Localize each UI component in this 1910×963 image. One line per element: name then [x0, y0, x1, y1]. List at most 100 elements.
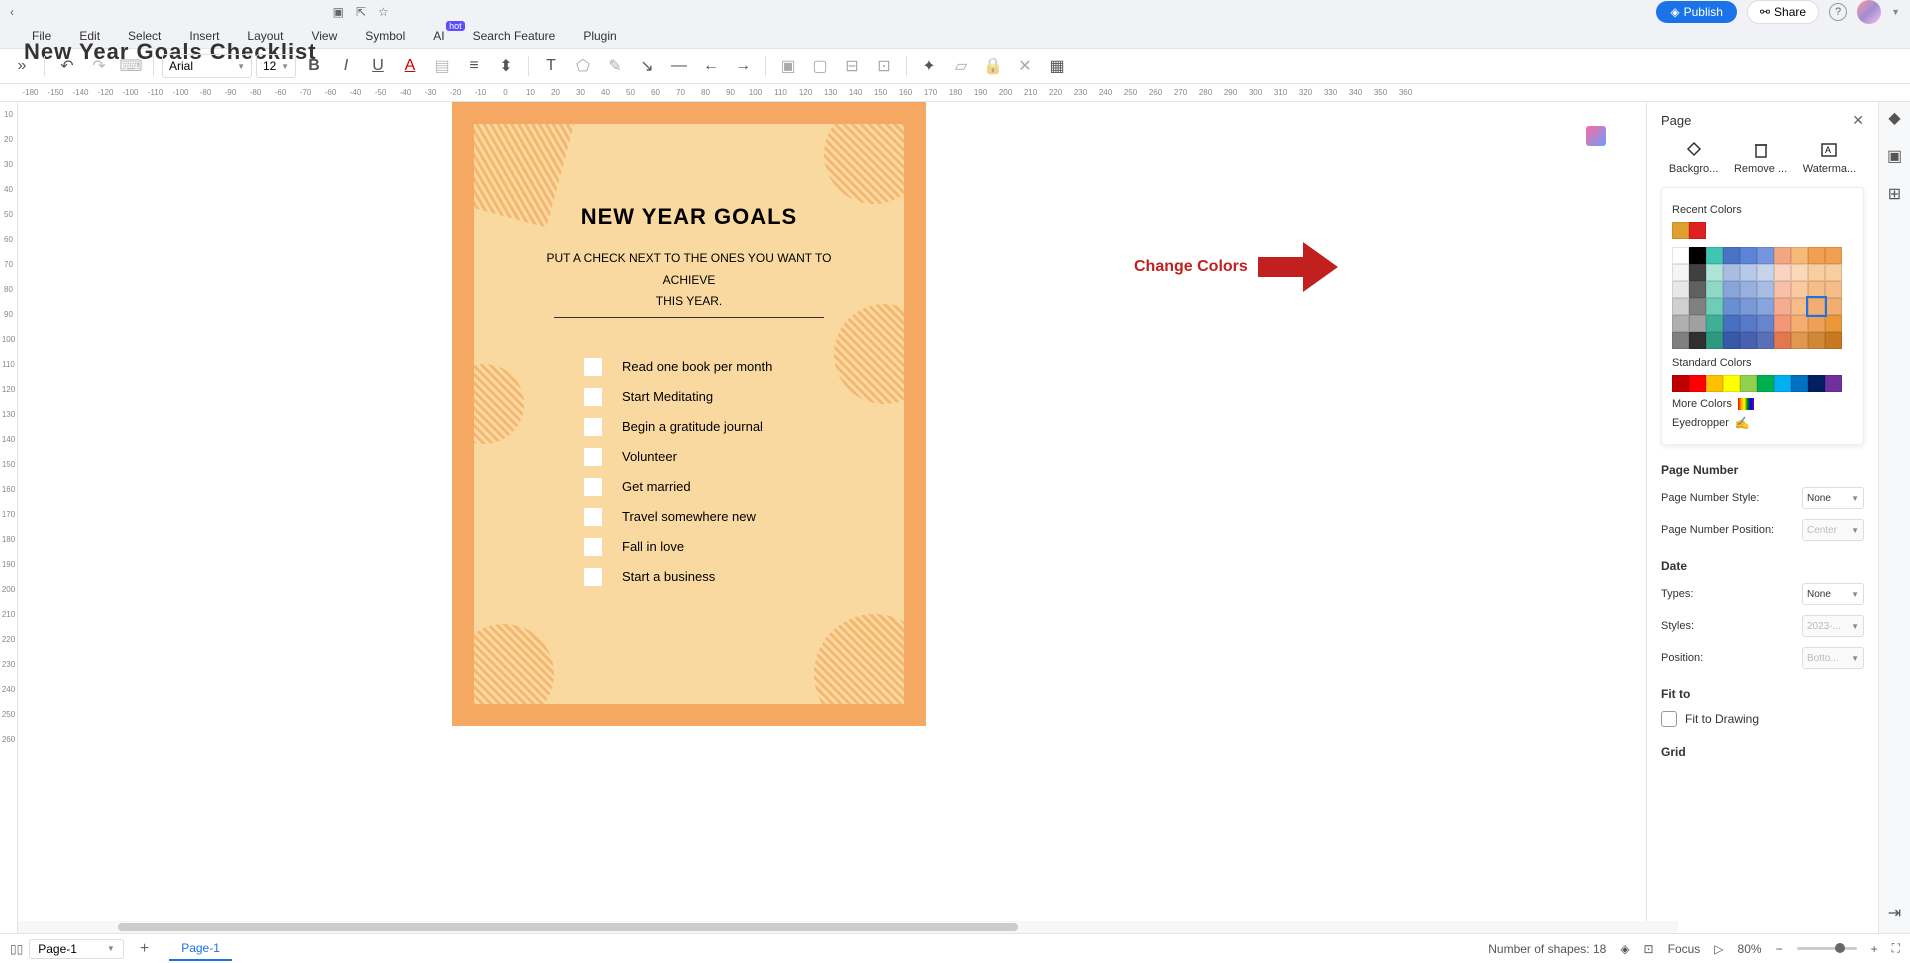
scrollbar-horizontal[interactable] [18, 921, 1678, 933]
color-swatch[interactable] [1791, 281, 1808, 298]
check-item[interactable]: Begin a gratitude journal [584, 418, 904, 436]
zoom-slider[interactable] [1797, 947, 1857, 950]
color-swatch[interactable] [1825, 332, 1842, 349]
eyedropper-link[interactable]: Eyedropper✍ [1672, 416, 1853, 430]
color-swatch[interactable] [1672, 315, 1689, 332]
shape-icon[interactable]: ⬠ [569, 52, 597, 80]
color-swatch[interactable] [1689, 264, 1706, 281]
layers-status-icon[interactable]: ◈ [1620, 942, 1629, 956]
color-swatch[interactable] [1740, 315, 1757, 332]
date-position-select[interactable]: Botto...▼ [1802, 647, 1864, 669]
doc-subtitle[interactable]: PUT A CHECK NEXT TO THE ONES YOU WANT TO… [474, 248, 904, 318]
color-swatch[interactable] [1672, 375, 1689, 392]
checkbox[interactable] [584, 478, 602, 496]
fullscreen-icon[interactable]: ⛶ [1892, 941, 1900, 956]
pen-icon[interactable]: ✎ [601, 52, 629, 80]
font-color-icon[interactable]: A [396, 52, 424, 80]
collapse-icon[interactable]: ⇥ [1885, 903, 1905, 923]
export-icon[interactable]: ⇱ [356, 5, 366, 19]
tab-remove[interactable]: Remove ... [1734, 141, 1787, 175]
tab-background[interactable]: Backgro... [1669, 141, 1719, 175]
italic-icon[interactable]: I [332, 52, 360, 80]
color-swatch[interactable] [1825, 298, 1842, 315]
color-swatch[interactable] [1791, 247, 1808, 264]
align-icon[interactable]: ≡ [460, 52, 488, 80]
color-swatch[interactable] [1791, 332, 1808, 349]
color-swatch[interactable] [1808, 298, 1825, 315]
color-swatch[interactable] [1825, 281, 1842, 298]
fill-icon[interactable]: ◆ [1885, 108, 1905, 128]
color-swatch[interactable] [1825, 315, 1842, 332]
color-swatch[interactable] [1757, 315, 1774, 332]
bold-icon[interactable]: B [300, 52, 328, 80]
color-swatch[interactable] [1706, 315, 1723, 332]
add-page-icon[interactable]: + [140, 940, 149, 958]
menu-view[interactable]: View [297, 29, 351, 43]
group-icon[interactable]: ⊡ [870, 52, 898, 80]
color-swatch[interactable] [1757, 298, 1774, 315]
avatar[interactable] [1857, 0, 1881, 24]
more-colors-link[interactable]: More Colors [1672, 398, 1853, 410]
zoom-in-icon[interactable]: + [1871, 942, 1878, 956]
tab-watermark[interactable]: AWaterma... [1803, 141, 1856, 175]
color-swatch[interactable] [1808, 264, 1825, 281]
color-swatch[interactable] [1757, 332, 1774, 349]
checkbox[interactable] [584, 508, 602, 526]
lock-icon[interactable]: 🔒 [979, 52, 1007, 80]
color-swatch[interactable] [1740, 332, 1757, 349]
connector-icon[interactable]: ↘ [633, 52, 661, 80]
app-logo-icon[interactable] [1586, 126, 1606, 146]
color-swatch[interactable] [1791, 298, 1808, 315]
zoom-percent[interactable]: 80% [1738, 942, 1762, 956]
font-select[interactable]: Arial▼ [162, 54, 252, 78]
color-swatch[interactable] [1689, 315, 1706, 332]
color-swatch[interactable] [1706, 264, 1723, 281]
zoom-out-icon[interactable]: − [1776, 942, 1783, 956]
fit-to-drawing-checkbox[interactable]: Fit to Drawing [1661, 711, 1864, 727]
underline-icon[interactable]: U [364, 52, 392, 80]
color-swatch[interactable] [1689, 298, 1706, 315]
date-styles-select[interactable]: 2023-...▼ [1802, 615, 1864, 637]
page-number-position-select[interactable]: Center▼ [1802, 519, 1864, 541]
text-tool-icon[interactable]: T [537, 52, 565, 80]
format-painter-icon[interactable]: ⌨ [117, 52, 145, 80]
date-types-select[interactable]: None▼ [1802, 583, 1864, 605]
check-item[interactable]: Travel somewhere new [584, 508, 904, 526]
presentation-icon[interactable]: ▷ [1714, 942, 1723, 956]
checkbox[interactable] [584, 388, 602, 406]
page-select[interactable]: Page-1▼ [29, 939, 124, 959]
color-swatch[interactable] [1825, 375, 1842, 392]
menu-ai[interactable]: AIhot [419, 29, 458, 43]
color-swatch[interactable] [1791, 315, 1808, 332]
color-swatch[interactable] [1774, 281, 1791, 298]
save-icon[interactable]: ▣ [333, 5, 344, 19]
color-swatch[interactable] [1774, 315, 1791, 332]
color-swatch[interactable] [1672, 298, 1689, 315]
color-swatch[interactable] [1774, 298, 1791, 315]
color-swatch[interactable] [1672, 264, 1689, 281]
color-swatch[interactable] [1723, 281, 1740, 298]
check-item[interactable]: Volunteer [584, 448, 904, 466]
canvas[interactable]: NEW YEAR GOALS PUT A CHECK NEXT TO THE O… [18, 102, 1646, 933]
color-swatch[interactable] [1723, 298, 1740, 315]
font-size-select[interactable]: 12▼ [256, 54, 296, 78]
color-swatch[interactable] [1808, 315, 1825, 332]
color-swatch[interactable] [1740, 281, 1757, 298]
help-icon[interactable]: ? [1829, 3, 1847, 21]
close-icon[interactable]: ✕ [1852, 112, 1864, 129]
color-swatch[interactable] [1808, 247, 1825, 264]
menu-insert[interactable]: Insert [175, 29, 233, 43]
color-swatch[interactable] [1706, 298, 1723, 315]
color-swatch[interactable] [1723, 332, 1740, 349]
menu-file[interactable]: File [18, 29, 65, 43]
color-swatch[interactable] [1706, 375, 1723, 392]
menu-edit[interactable]: Edit [65, 29, 114, 43]
publish-button[interactable]: ◈Publish [1656, 1, 1737, 23]
color-swatch[interactable] [1689, 281, 1706, 298]
color-swatch[interactable] [1808, 281, 1825, 298]
color-swatch[interactable] [1723, 375, 1740, 392]
color-swatch[interactable] [1672, 281, 1689, 298]
color-swatch[interactable] [1774, 332, 1791, 349]
back-icon[interactable]: ‹ [10, 5, 14, 19]
color-swatch[interactable] [1706, 247, 1723, 264]
